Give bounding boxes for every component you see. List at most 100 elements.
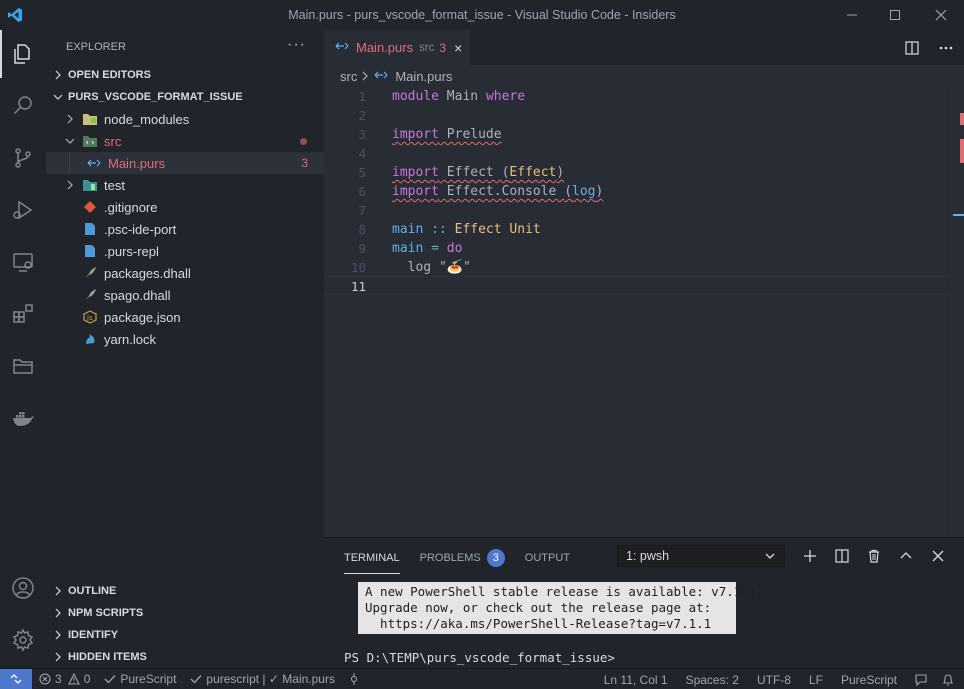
editor-actions [896,30,964,65]
lsp-status[interactable]: purescript | ✓ Main.purs [183,669,342,689]
run-debug-icon[interactable] [0,186,46,234]
panel-actions [794,544,954,568]
error-count: 3 [55,672,62,686]
tree-item-packages-dhall[interactable]: packages.dhall [46,262,324,284]
chevron-down-icon [62,136,78,146]
git-commit-icon[interactable] [342,669,366,689]
terminal-prompt[interactable]: PS D:\TEMP\purs_vscode_format_issue> [344,650,615,665]
code-line: 7 [324,201,950,220]
line-number: 6 [358,184,366,199]
tree-item-main-purs[interactable]: Main.purs 3 [46,152,324,174]
section-identify[interactable]: IDENTIFY [46,624,324,646]
tab-problems[interactable]: PROBLEMS 3 [420,546,505,570]
code-editor[interactable]: 1 module Main where 2 3 import Prelude 4… [324,87,950,537]
close-panel-icon[interactable] [922,544,954,568]
tree-item-label: packages.dhall [104,265,191,281]
section-npm-scripts[interactable]: NPM SCRIPTS [46,602,324,624]
tree-item-spago-dhall[interactable]: spago.dhall [46,284,324,306]
title-bar: Main.purs - purs_vscode_format_issue - V… [0,0,964,30]
language-status-purescript[interactable]: PureScript [97,669,183,689]
editor-scrollbar[interactable] [950,87,964,537]
terminal-select-value: 1: pwsh [626,549,670,563]
folder-view-icon[interactable] [0,342,46,390]
chevron-right-icon [48,630,68,640]
chevron-right-icon [48,652,68,662]
trash-icon[interactable] [858,544,890,568]
tab-output[interactable]: OUTPUT [525,546,570,570]
language-mode[interactable]: PureScript [832,669,906,689]
dhall-icon [82,265,98,281]
docker-icon[interactable] [0,394,46,442]
split-editor-icon[interactable] [896,40,928,55]
tree-item-purs-repl[interactable]: .purs-repl [46,240,324,262]
line-number: 2 [358,108,366,123]
tree-item-test[interactable]: test [46,174,324,196]
section-hidden-items[interactable]: HIDDEN ITEMS [46,646,324,668]
code-line: 6 import Effect.Console (log) [324,182,950,201]
end-of-line[interactable]: LF [800,669,832,689]
breadcrumb-file[interactable]: Main.purs [395,69,452,84]
extensions-icon[interactable] [0,290,46,338]
code-line-current: 11 [324,276,950,295]
section-open-editors[interactable]: OPEN EDITORS [46,64,324,86]
line-number: 5 [358,165,366,180]
breadcrumb-folder[interactable]: src [340,69,357,84]
close-icon[interactable] [918,0,964,30]
tab-main-purs[interactable]: Main.purs src 3 × [324,30,470,65]
line-number: 7 [358,203,366,218]
dhall-icon [82,287,98,303]
notifications-bell-icon[interactable] [936,669,964,689]
settings-gear-icon[interactable] [0,616,46,664]
section-label: HIDDEN ITEMS [68,651,147,663]
more-actions-icon[interactable]: ··· [287,36,306,54]
new-terminal-icon[interactable] [794,544,826,568]
feedback-icon[interactable] [906,669,936,689]
explorer-sidebar: EXPLORER ··· OPEN EDITORS PURS_VSCODE_FO… [46,30,324,668]
remote-indicator-icon[interactable] [0,668,32,689]
vscode-logo-icon [0,0,30,30]
chevron-right-icon [62,114,78,124]
tree-item-label: yarn.lock [104,331,157,347]
folder-src-icon [82,133,98,149]
tab-problem-count: 3 [439,40,447,55]
activity-bar [0,30,46,668]
account-icon[interactable] [0,564,46,612]
remote-explorer-icon[interactable] [0,238,46,286]
tab-terminal[interactable]: TERMINAL [344,546,400,574]
tree-item-yarn-lock[interactable]: yarn.lock [46,328,324,350]
more-actions-icon[interactable] [928,46,964,50]
problems-status[interactable]: 3 0 [32,669,97,689]
tree-item-package-json[interactable]: js package.json [46,306,324,328]
explorer-icon[interactable] [0,30,46,78]
cursor-position[interactable]: Ln 11, Col 1 [595,669,677,689]
minimize-icon[interactable] [829,0,875,30]
terminal-select[interactable]: 1: pwsh [617,545,785,567]
indentation[interactable]: Spaces: 2 [677,669,748,689]
check-icon [104,675,116,684]
terminal-line: A new PowerShell stable release is avail… [365,584,757,599]
section-outline[interactable]: OUTLINE [46,580,324,602]
search-icon[interactable] [0,82,46,130]
tree-item-src[interactable]: src [46,130,324,152]
section-workspace-folder[interactable]: PURS_VSCODE_FORMAT_ISSUE [46,86,324,108]
chevron-down-icon [764,549,776,566]
nodejs-icon: js [82,309,98,325]
encoding[interactable]: UTF-8 [748,669,800,689]
tree-item-node-modules[interactable]: node_modules [46,108,324,130]
line-number: 9 [358,241,366,256]
git-icon [82,199,98,215]
tab-close-icon[interactable]: × [454,40,462,56]
tree-item-label: node_modules [104,111,190,127]
panel-tabs: TERMINAL PROBLEMS 3 OUTPUT [344,546,590,574]
tree-item-psc-ide-port[interactable]: .psc-ide-port [46,218,324,240]
line-number: 11 [350,279,366,294]
tree-item-gitignore[interactable]: .gitignore [46,196,324,218]
split-terminal-icon[interactable] [826,544,858,568]
code-line: 2 [324,106,950,125]
status-bar-right: Ln 11, Col 1 Spaces: 2 UTF-8 LF PureScri… [595,669,964,689]
maximize-icon[interactable] [872,0,918,30]
chevron-up-icon[interactable] [890,544,922,568]
overview-ruler-error [960,139,964,163]
source-control-icon[interactable] [0,134,46,182]
indent-guide [69,152,70,174]
